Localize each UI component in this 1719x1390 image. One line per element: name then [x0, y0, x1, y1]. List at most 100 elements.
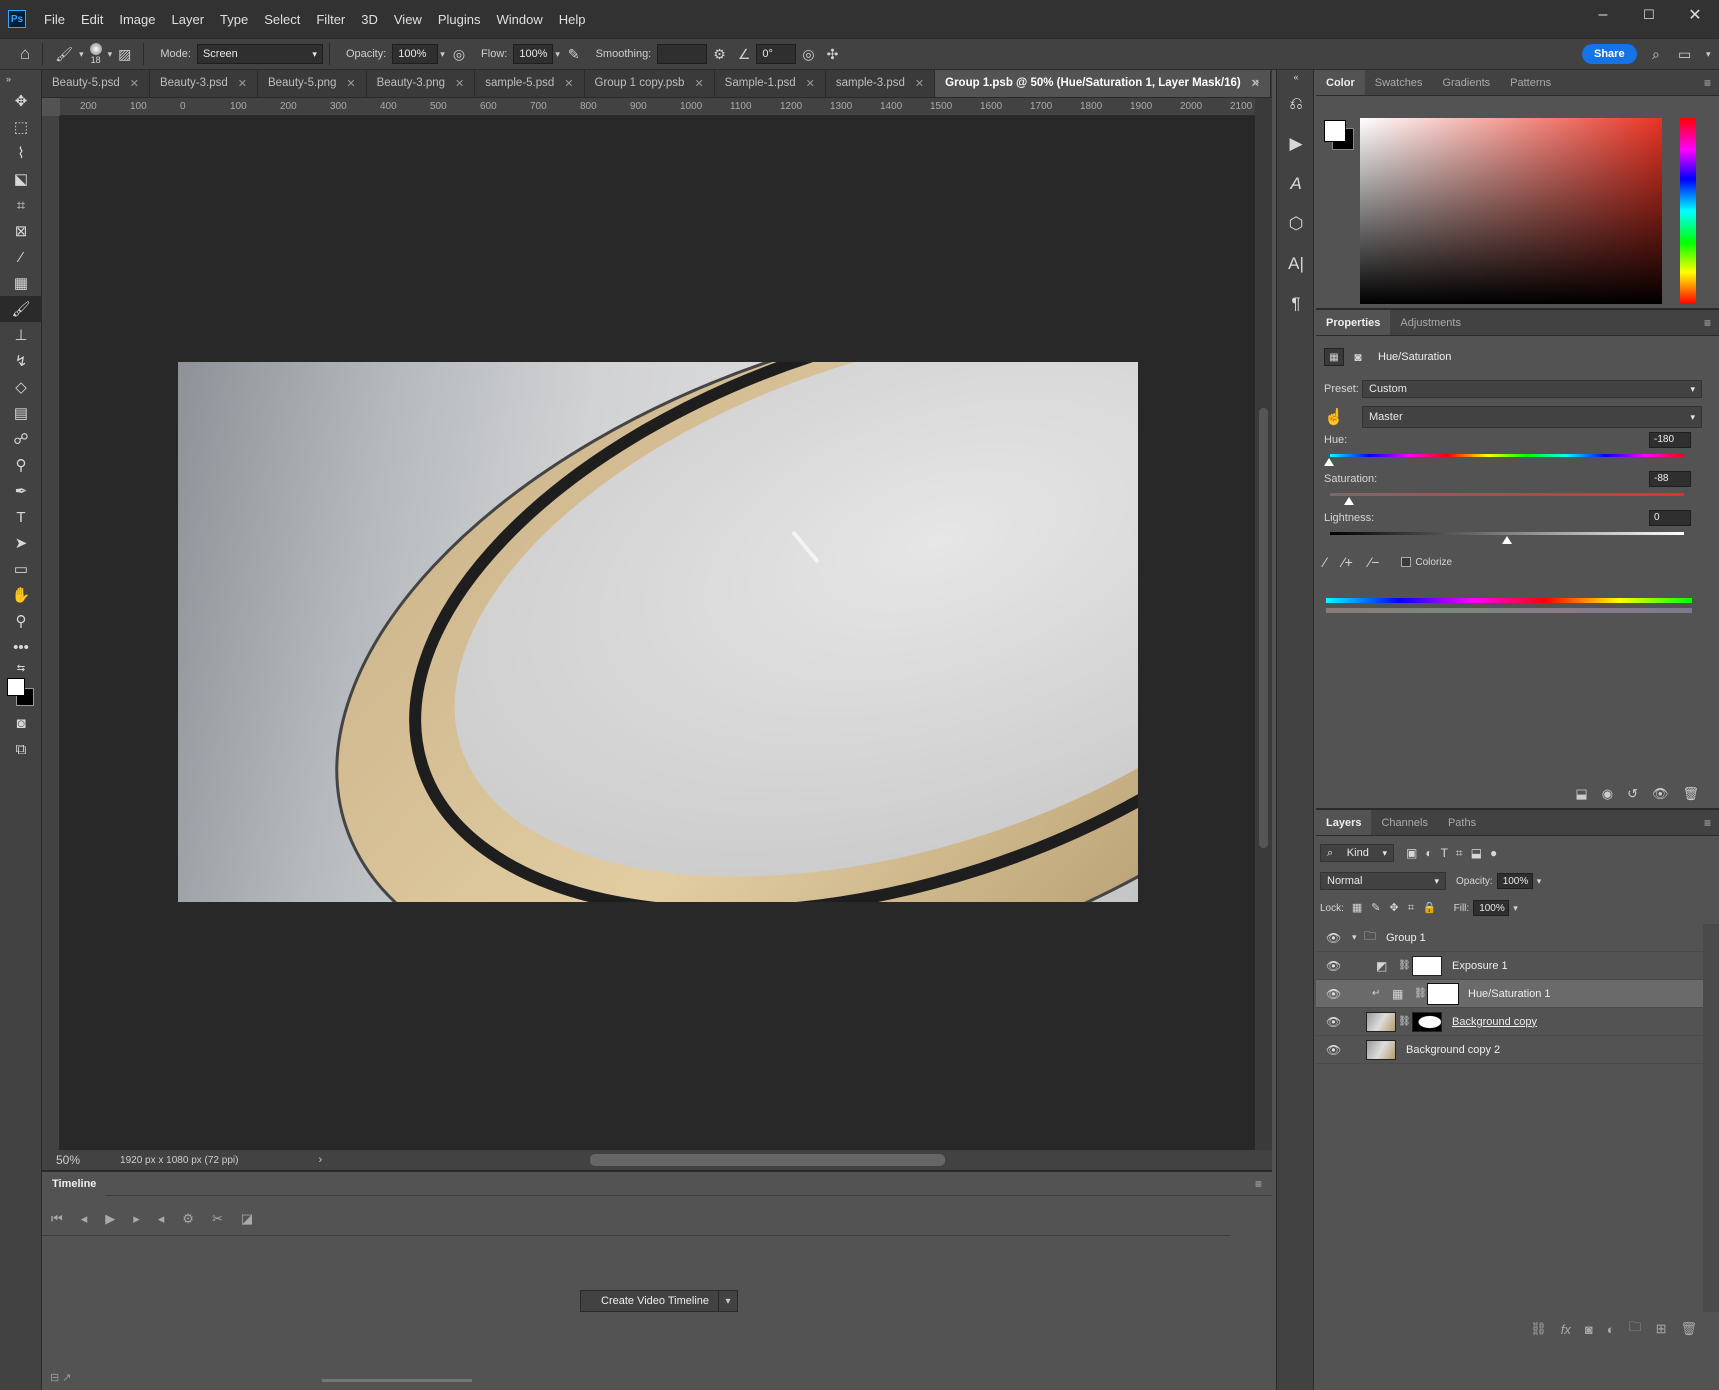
- hue-slider[interactable]: [1330, 454, 1684, 457]
- tab-paths[interactable]: Paths: [1438, 810, 1486, 835]
- menu-edit[interactable]: Edit: [73, 12, 111, 27]
- type-tool-icon[interactable]: T: [0, 504, 42, 530]
- menu-window[interactable]: Window: [488, 12, 550, 27]
- frame-tool-icon[interactable]: ⊠: [0, 218, 42, 244]
- more-tools-icon[interactable]: •••: [0, 634, 42, 660]
- hand-tool-icon[interactable]: ✋: [0, 582, 42, 608]
- document-tab[interactable]: sample-5.psd ✕: [475, 70, 585, 97]
- hue-input[interactable]: -180: [1649, 432, 1691, 448]
- document-tab-active[interactable]: Group 1.psb @ 50% (Hue/Saturation 1, Lay…: [935, 70, 1271, 97]
- visibility-icon[interactable]: 👁: [1326, 1043, 1341, 1057]
- visibility-icon[interactable]: 👁: [1652, 786, 1669, 802]
- dodge-tool-icon[interactable]: ⚲: [0, 452, 42, 478]
- mask-icon[interactable]: ◙: [1348, 348, 1368, 366]
- timeline-zoom-slider[interactable]: [322, 1379, 472, 1382]
- clone-stamp-tool-icon[interactable]: ⊥: [0, 322, 42, 348]
- filter-kind-select[interactable]: ⌕ Kind ▾: [1320, 844, 1394, 862]
- eyedropper-minus-icon[interactable]: ⁄−: [1369, 554, 1380, 570]
- history-panel-icon[interactable]: ⎌: [1277, 84, 1315, 124]
- lightness-input[interactable]: 0: [1649, 510, 1691, 526]
- reset-icon[interactable]: ↺: [1627, 786, 1638, 802]
- tab-channels[interactable]: Channels: [1371, 810, 1437, 835]
- layer-filter-icons[interactable]: ▣◐T⌗⬓●: [1406, 846, 1505, 861]
- tab-color[interactable]: Color: [1316, 70, 1365, 95]
- menu-help[interactable]: Help: [551, 12, 594, 27]
- eyedropper-plus-icon[interactable]: ⁄+: [1342, 554, 1353, 570]
- path-selection-tool-icon[interactable]: ➤: [0, 530, 42, 556]
- document-tab[interactable]: Group 1 copy.psb ✕: [585, 70, 715, 97]
- visibility-icon[interactable]: 👁: [1326, 931, 1341, 945]
- 3d-panel-icon[interactable]: ⬡: [1277, 204, 1315, 244]
- paragraph-panel-icon[interactable]: ¶: [1277, 284, 1315, 324]
- tab-adjustments[interactable]: Adjustments: [1390, 310, 1471, 335]
- opacity-input[interactable]: 100%: [392, 44, 439, 64]
- angle-input[interactable]: 0°: [756, 44, 797, 64]
- foreground-color-swatch[interactable]: [1324, 120, 1346, 142]
- add-mask-icon[interactable]: ◙: [1585, 1322, 1593, 1337]
- smoothing-input[interactable]: [657, 44, 708, 64]
- layers-scrollbar[interactable]: [1703, 924, 1719, 1312]
- smudge-tool-icon[interactable]: ☍: [0, 426, 42, 452]
- airbrush-icon[interactable]: ✎: [568, 46, 580, 63]
- vertical-scrollbar[interactable]: [1255, 98, 1272, 1150]
- colorize-checkbox[interactable]: [1401, 557, 1412, 567]
- share-button[interactable]: Share: [1582, 44, 1637, 64]
- menu-3d[interactable]: 3D: [353, 12, 386, 27]
- brush-settings-icon[interactable]: ▨: [118, 46, 131, 63]
- create-video-timeline-button[interactable]: Create Video Timeline: [580, 1290, 731, 1312]
- hue-slider[interactable]: [1680, 118, 1696, 304]
- panel-menu-icon[interactable]: ≡: [1704, 316, 1711, 330]
- object-selection-tool-icon[interactable]: ⬕: [0, 166, 42, 192]
- glyphs-panel-icon[interactable]: A: [1277, 164, 1315, 204]
- menu-select[interactable]: Select: [256, 12, 308, 27]
- zoom-level[interactable]: 50%: [56, 1153, 80, 1167]
- document-tab[interactable]: Beauty-3.psd ✕: [150, 70, 258, 97]
- layer-opacity-input[interactable]: 100%: [1496, 873, 1533, 889]
- swap-colors-icon[interactable]: ⇆: [0, 660, 42, 676]
- saturation-slider[interactable]: [1330, 493, 1684, 496]
- workspace-icon[interactable]: ▭: [1678, 46, 1691, 63]
- channel-select[interactable]: Master ▾: [1362, 406, 1702, 428]
- brush-tool-icon[interactable]: 🖌: [0, 296, 42, 322]
- layer-mask-thumbnail[interactable]: [1427, 982, 1459, 1005]
- layer-thumbnail[interactable]: [1366, 1039, 1396, 1060]
- collapse-icon[interactable]: »: [0, 70, 42, 88]
- document-tab[interactable]: Sample-1.psd ✕: [715, 70, 826, 97]
- lightness-slider-thumb[interactable]: [1502, 536, 1512, 544]
- history-brush-tool-icon[interactable]: ↯: [0, 348, 42, 374]
- new-adjustment-layer-icon[interactable]: ◐: [1607, 1322, 1615, 1337]
- tab-swatches[interactable]: Swatches: [1365, 70, 1433, 95]
- brush-tool-icon[interactable]: 🖌: [55, 46, 73, 63]
- home-icon[interactable]: ⌂: [20, 44, 30, 64]
- layer-blend-mode-select[interactable]: Normal ▾: [1320, 872, 1446, 890]
- eraser-tool-icon[interactable]: ◇: [0, 374, 42, 400]
- lightness-slider[interactable]: [1330, 532, 1684, 535]
- close-icon[interactable]: ✕: [130, 77, 139, 90]
- eyedropper-icon[interactable]: ⁄: [1324, 554, 1326, 570]
- chevron-down-icon[interactable]: ▾: [108, 49, 113, 60]
- document-image[interactable]: [178, 362, 1138, 902]
- tab-layers[interactable]: Layers: [1316, 810, 1372, 835]
- link-layers-icon[interactable]: ⛓: [1530, 1321, 1547, 1337]
- character-panel-icon[interactable]: A|: [1277, 244, 1315, 284]
- visibility-icon[interactable]: 👁: [1326, 987, 1341, 1001]
- new-layer-icon[interactable]: ⊞: [1656, 1321, 1667, 1337]
- menu-file[interactable]: File: [36, 12, 73, 27]
- document-tab[interactable]: sample-3.psd ✕: [826, 70, 936, 97]
- chevron-right-icon[interactable]: ›: [318, 1154, 322, 1166]
- convert-frame-icon[interactable]: ⊟ ↗: [50, 1371, 72, 1384]
- flow-input[interactable]: 100%: [513, 44, 554, 64]
- layer-mask-thumbnail[interactable]: [1412, 955, 1442, 976]
- maximize-button[interactable]: ☐: [1626, 0, 1672, 30]
- chevron-down-icon[interactable]: ▾: [1513, 903, 1518, 914]
- timeline-tab[interactable]: Timeline: [42, 1171, 107, 1196]
- color-picker-field[interactable]: [1360, 118, 1662, 304]
- quick-mask-icon[interactable]: ◙: [0, 710, 42, 736]
- close-icon[interactable]: ✕: [238, 77, 247, 90]
- chevron-down-icon[interactable]: ▾: [718, 1290, 738, 1312]
- layer-row[interactable]: 👁 ⛓ Background copy: [1316, 1008, 1703, 1036]
- menu-view[interactable]: View: [386, 12, 430, 27]
- tab-gradients[interactable]: Gradients: [1432, 70, 1500, 95]
- eyedropper-tool-icon[interactable]: ⁄: [0, 244, 42, 270]
- document-tab[interactable]: Beauty-3.png ✕: [367, 70, 476, 97]
